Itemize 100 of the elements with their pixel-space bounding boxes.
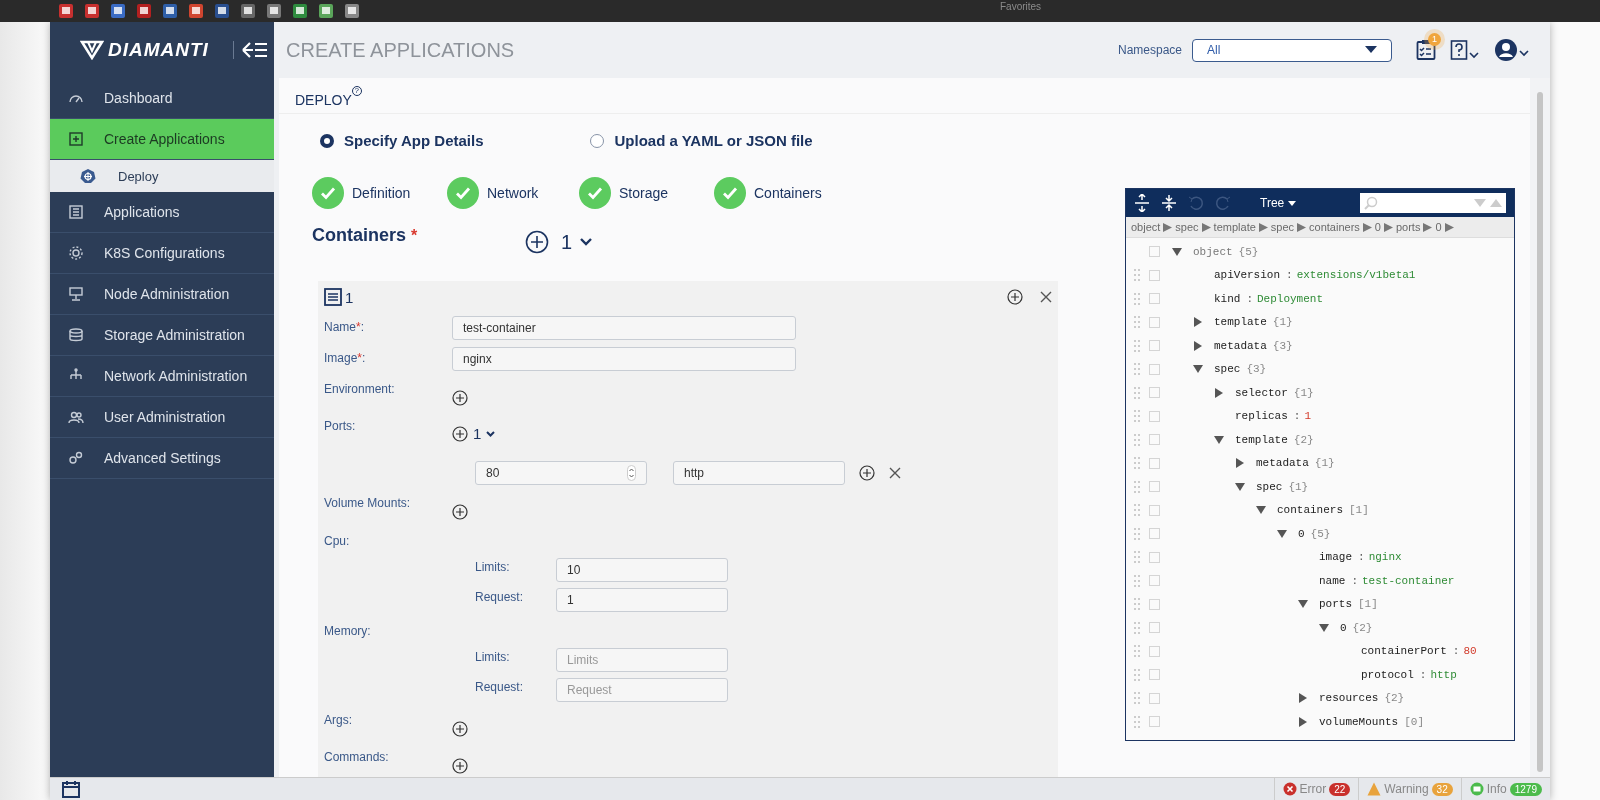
- breadcrumb-item[interactable]: spec: [1270, 221, 1295, 233]
- tree-key[interactable]: spec: [1256, 480, 1283, 493]
- drag-handle-icon[interactable]: [1134, 527, 1141, 540]
- tree-key[interactable]: spec: [1214, 363, 1241, 376]
- text-input[interactable]: test-container: [452, 316, 796, 340]
- tree-value[interactable]: 1: [1304, 410, 1312, 423]
- expanded-triangle-icon[interactable]: [1172, 246, 1182, 257]
- add-circle-icon[interactable]: [452, 390, 468, 406]
- breadcrumb-arrow-icon[interactable]: [1423, 222, 1433, 232]
- chevron-down-icon[interactable]: [486, 430, 496, 437]
- breadcrumb-arrow-icon[interactable]: [1258, 222, 1268, 232]
- step-label[interactable]: Containers: [754, 185, 822, 201]
- tree-value[interactable]: 80: [1463, 645, 1477, 658]
- add-circle-icon[interactable]: [1007, 289, 1023, 305]
- collapsed-triangle-icon[interactable]: [1298, 716, 1308, 727]
- sidebar-subitem[interactable]: Deploy: [50, 160, 274, 192]
- collapsed-triangle-icon[interactable]: [1214, 387, 1224, 398]
- collapse-all-icon[interactable]: [1161, 194, 1177, 212]
- radio-button[interactable]: [320, 133, 334, 148]
- spinner-arrows-icon[interactable]: [627, 465, 636, 481]
- breadcrumb-arrow-icon[interactable]: [1163, 222, 1173, 232]
- close-icon[interactable]: [1040, 291, 1052, 303]
- drag-handle-icon[interactable]: [1134, 339, 1141, 352]
- tree-value[interactable]: test-container: [1362, 574, 1455, 587]
- namespace-select[interactable]: All: [1192, 38, 1392, 62]
- breadcrumb-arrow-icon[interactable]: [1383, 222, 1393, 232]
- tree-key[interactable]: name: [1319, 574, 1346, 587]
- expanded-triangle-icon[interactable]: [1298, 599, 1308, 610]
- add-circle-icon[interactable]: [452, 425, 468, 442]
- bookmark-icon[interactable]: [344, 3, 360, 19]
- breadcrumb-item[interactable]: spec: [1175, 221, 1199, 233]
- collapsed-triangle-icon[interactable]: [1193, 340, 1203, 351]
- drag-handle-icon[interactable]: [1134, 598, 1141, 611]
- bookmark-icon[interactable]: [188, 3, 204, 19]
- drag-handle-icon[interactable]: [1134, 574, 1141, 587]
- undo-icon[interactable]: [1188, 195, 1204, 211]
- step-label[interactable]: Definition: [352, 185, 411, 201]
- add-circle-icon[interactable]: [452, 758, 468, 774]
- tree-key[interactable]: template: [1214, 316, 1267, 329]
- tree-key[interactable]: replicas: [1235, 410, 1288, 423]
- tree-value[interactable]: extensions/v1beta1: [1296, 269, 1416, 282]
- drag-handle-icon[interactable]: [1134, 504, 1141, 517]
- tree-key[interactable]: containerPort: [1361, 645, 1447, 658]
- breadcrumb-arrow-icon[interactable]: [1297, 222, 1307, 232]
- drag-handle-icon[interactable]: [1134, 316, 1141, 329]
- text-input[interactable]: Request: [556, 678, 728, 702]
- breadcrumb-item[interactable]: template: [1213, 221, 1256, 233]
- breadcrumb-arrow-icon[interactable]: [1201, 222, 1211, 232]
- tree-value[interactable]: Deployment: [1257, 292, 1324, 305]
- close-icon[interactable]: [889, 467, 901, 479]
- redo-icon[interactable]: [1215, 195, 1231, 211]
- protocol-input[interactable]: http: [673, 461, 845, 485]
- collapse-sidebar-icon[interactable]: [232, 41, 268, 59]
- text-input[interactable]: Limits: [556, 648, 728, 672]
- add-circle-icon[interactable]: [525, 230, 549, 254]
- tree-value[interactable]: http: [1430, 668, 1457, 681]
- breadcrumb-item[interactable]: 0: [1435, 221, 1442, 233]
- tree-key[interactable]: apiVersion: [1214, 269, 1280, 282]
- expanded-triangle-icon[interactable]: [1214, 434, 1224, 445]
- tree-key[interactable]: image: [1319, 551, 1352, 564]
- drag-handle-icon[interactable]: [1134, 433, 1141, 446]
- expanded-triangle-icon[interactable]: [1319, 622, 1329, 633]
- tree-key[interactable]: containers: [1277, 504, 1343, 517]
- breadcrumb-item[interactable]: 0: [1374, 221, 1381, 233]
- chevron-down-icon[interactable]: [580, 238, 593, 246]
- breadcrumb-arrow-icon[interactable]: [1362, 222, 1372, 232]
- drag-handle-icon[interactable]: [1134, 551, 1141, 564]
- collapsed-triangle-icon[interactable]: [1235, 458, 1245, 469]
- mode-dropdown-button[interactable]: Tree: [1260, 196, 1330, 210]
- bookmark-icon[interactable]: [292, 3, 308, 19]
- user-avatar-icon[interactable]: [1494, 38, 1530, 62]
- breadcrumb-item[interactable]: ports: [1395, 221, 1421, 233]
- sidebar-item[interactable]: Create Applications: [50, 119, 274, 160]
- drag-handle-icon[interactable]: [1134, 457, 1141, 470]
- drag-handle-icon[interactable]: [1134, 292, 1141, 305]
- tree-value[interactable]: nginx: [1368, 551, 1402, 564]
- step-label[interactable]: Network: [487, 185, 539, 201]
- drag-handle-icon[interactable]: [1134, 715, 1141, 728]
- drag-handle-icon[interactable]: [1134, 645, 1141, 658]
- tree-key[interactable]: volumeMounts: [1319, 715, 1399, 728]
- expanded-triangle-icon[interactable]: [1235, 481, 1245, 492]
- text-input[interactable]: 1: [556, 588, 728, 612]
- radio-button[interactable]: [590, 133, 605, 148]
- bookmark-icon[interactable]: [214, 3, 230, 19]
- scrollbar-thumb[interactable]: [1537, 92, 1543, 772]
- tree-key[interactable]: resources: [1319, 692, 1379, 705]
- tree-key[interactable]: metadata: [1256, 457, 1309, 470]
- bookmark-icon[interactable]: [318, 3, 334, 19]
- expand-all-icon[interactable]: [1134, 194, 1150, 212]
- expanded-triangle-icon[interactable]: [1256, 505, 1266, 516]
- drag-handle-icon[interactable]: [1134, 692, 1141, 705]
- bookmark-icon[interactable]: [266, 3, 282, 19]
- collapsed-triangle-icon[interactable]: [1193, 317, 1203, 328]
- expanded-triangle-icon[interactable]: [1277, 528, 1287, 539]
- add-circle-icon[interactable]: [452, 721, 468, 737]
- add-circle-icon[interactable]: [452, 504, 468, 520]
- drag-handle-icon[interactable]: [1134, 621, 1141, 634]
- drag-handle-icon[interactable]: [1134, 668, 1141, 681]
- collapsed-triangle-icon[interactable]: [1298, 693, 1308, 704]
- bookmark-icon[interactable]: [58, 3, 74, 19]
